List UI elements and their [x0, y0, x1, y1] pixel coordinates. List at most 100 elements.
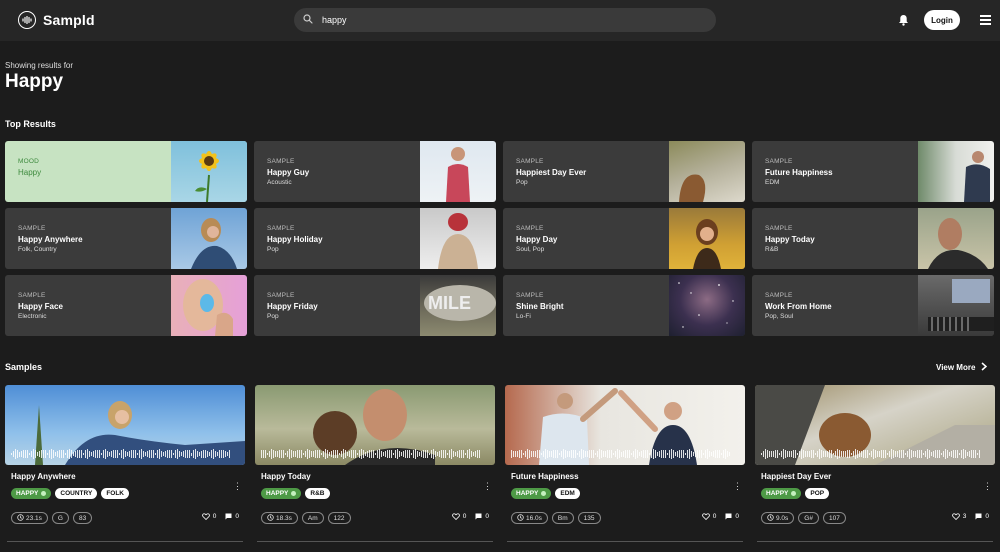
- comment-button[interactable]: 0: [975, 513, 989, 520]
- waveform[interactable]: [11, 449, 239, 459]
- comment-icon: [475, 513, 482, 520]
- result-card[interactable]: MOOD Happy: [5, 141, 247, 202]
- result-card[interactable]: SAMPLE Shine Bright Lo-Fi: [503, 275, 745, 336]
- clock-icon: [267, 513, 274, 523]
- mood-tag[interactable]: HAPPY: [761, 488, 802, 499]
- like-button[interactable]: 0: [451, 513, 466, 520]
- sunflower-image: [171, 141, 247, 202]
- mood-tag[interactable]: HAPPY: [261, 488, 302, 499]
- waveform[interactable]: [261, 449, 489, 459]
- genre-tag[interactable]: FOLK: [101, 488, 130, 499]
- genre-tag[interactable]: EDM: [555, 488, 580, 499]
- view-more-link[interactable]: View More: [936, 362, 988, 373]
- more-vertical-icon[interactable]: ⋮: [733, 481, 742, 492]
- search-bar[interactable]: [294, 8, 716, 32]
- divider: [757, 541, 993, 542]
- sample-title: Happy Today: [261, 472, 311, 481]
- mood-tag[interactable]: HAPPY: [511, 488, 552, 499]
- like-button[interactable]: 3: [951, 513, 966, 520]
- clock-icon: [767, 513, 774, 523]
- result-card[interactable]: SAMPLE Happy Face Electronic: [5, 275, 247, 336]
- genre-tag[interactable]: R&B: [305, 488, 330, 499]
- result-card[interactable]: SAMPLE Future Happiness EDM: [752, 141, 994, 202]
- heart-icon: [951, 513, 960, 520]
- result-thumbnail: [171, 275, 247, 336]
- results-query: Happy: [5, 71, 64, 92]
- result-card[interactable]: SAMPLE Happy Holiday Pop: [254, 208, 496, 269]
- result-thumbnail: [918, 141, 994, 202]
- waveform[interactable]: [511, 449, 739, 459]
- result-name: Work From Home: [765, 302, 832, 311]
- bell-icon[interactable]: [898, 13, 909, 31]
- result-card[interactable]: SAMPLE Happy Today R&B: [752, 208, 994, 269]
- bpm-badge: 83: [72, 512, 93, 524]
- result-type: SAMPLE: [267, 158, 295, 165]
- sample-image: [255, 385, 495, 465]
- more-vertical-icon[interactable]: ⋮: [983, 481, 992, 492]
- clock-icon: [17, 513, 24, 523]
- chevron-right-icon: [981, 362, 988, 373]
- like-button[interactable]: 0: [201, 513, 216, 520]
- result-card[interactable]: SAMPLE Happiest Day Ever Pop: [503, 141, 745, 202]
- result-genre: Electronic: [18, 313, 47, 320]
- sample-title: Future Happiness: [511, 472, 579, 481]
- result-name: Happy Guy: [267, 168, 310, 177]
- top-nav: Sampld Login: [0, 0, 1000, 41]
- result-card[interactable]: SAMPLE Happy Friday Pop MILE: [254, 275, 496, 336]
- result-card[interactable]: SAMPLE Happy Day Soul, Pop: [503, 208, 745, 269]
- result-thumbnail: [420, 141, 496, 202]
- duration-badge: 16.0s: [511, 512, 548, 524]
- result-genre: Lo-Fi: [516, 313, 531, 320]
- result-genre: Acoustic: [267, 179, 292, 186]
- more-vertical-icon[interactable]: ⋮: [483, 481, 492, 492]
- result-type: SAMPLE: [516, 292, 544, 299]
- result-genre: Pop: [267, 246, 279, 253]
- sample-card[interactable]: Happy Today ⋮ HAPPY R&B 18.3s Am 122 0 0: [255, 385, 495, 524]
- comment-button[interactable]: 0: [725, 513, 739, 520]
- result-card[interactable]: SAMPLE Happy Guy Acoustic: [254, 141, 496, 202]
- result-type: SAMPLE: [267, 292, 295, 299]
- sample-card[interactable]: Future Happiness ⋮ HAPPY EDM 16.0s Bm 13…: [505, 385, 745, 524]
- result-name: Happy Day: [516, 235, 558, 244]
- comment-button[interactable]: 0: [475, 513, 489, 520]
- key-badge: G#: [798, 512, 819, 524]
- divider: [7, 541, 243, 542]
- login-button[interactable]: Login: [924, 10, 960, 30]
- comment-button[interactable]: 0: [225, 513, 239, 520]
- result-type: SAMPLE: [516, 158, 544, 165]
- mood-tag[interactable]: HAPPY: [11, 488, 52, 499]
- key-badge: G: [51, 512, 69, 524]
- sample-image: [5, 385, 245, 465]
- result-name: Shine Bright: [516, 302, 564, 311]
- more-vertical-icon[interactable]: ⋮: [233, 481, 242, 492]
- result-genre: Folk, Country: [18, 246, 57, 253]
- sample-card[interactable]: Happiest Day Ever ⋮ HAPPY POP 9.0s G# 10…: [755, 385, 995, 524]
- result-type: SAMPLE: [267, 225, 295, 232]
- heart-icon: [201, 513, 210, 520]
- key-badge: Am: [301, 512, 324, 524]
- comment-icon: [725, 513, 732, 520]
- result-thumbnail: [669, 141, 745, 202]
- genre-tag[interactable]: POP: [805, 488, 830, 499]
- bpm-badge: 135: [577, 512, 601, 524]
- waveform[interactable]: [761, 449, 989, 459]
- result-genre: Pop: [267, 313, 279, 320]
- result-thumbnail: [171, 208, 247, 269]
- view-more-label: View More: [936, 363, 976, 372]
- results-caption: Showing results for: [5, 61, 74, 70]
- sample-card[interactable]: Happy Anywhere ⋮ HAPPY COUNTRY FOLK 23.1…: [5, 385, 245, 524]
- top-results-heading: Top Results: [5, 119, 56, 129]
- search-icon: [303, 11, 313, 29]
- result-card[interactable]: SAMPLE Happy Anywhere Folk, Country: [5, 208, 247, 269]
- genre-tag[interactable]: COUNTRY: [55, 488, 98, 499]
- logo[interactable]: Sampld: [18, 11, 95, 29]
- menu-icon[interactable]: [980, 15, 991, 27]
- bpm-badge: 122: [327, 512, 351, 524]
- search-input[interactable]: [322, 15, 702, 25]
- sample-title: Happy Anywhere: [11, 472, 76, 481]
- result-genre: Pop, Soul: [765, 313, 794, 320]
- result-type: SAMPLE: [18, 292, 46, 299]
- result-card[interactable]: SAMPLE Work From Home Pop, Soul: [752, 275, 994, 336]
- like-button[interactable]: 0: [701, 513, 716, 520]
- logo-icon: [18, 11, 36, 29]
